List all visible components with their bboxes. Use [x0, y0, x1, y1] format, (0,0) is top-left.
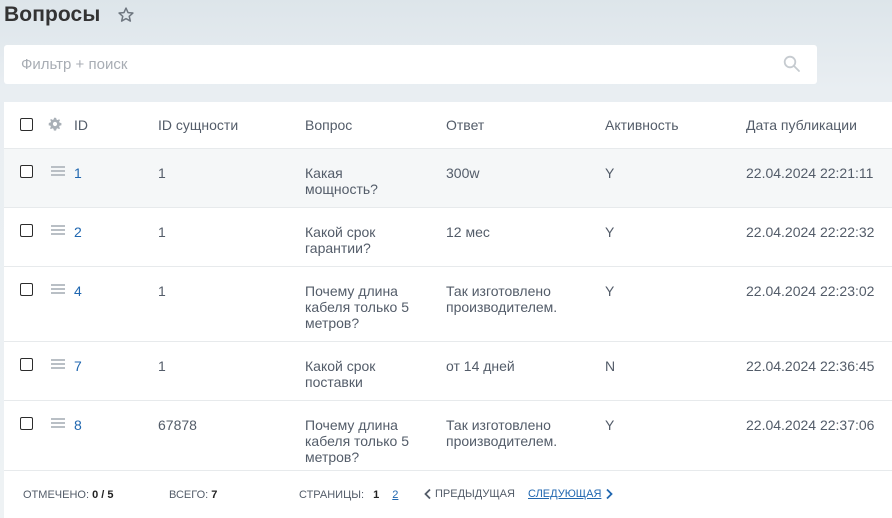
select-all-checkbox[interactable] [20, 117, 33, 131]
questions-table: ID ID сущности Вопрос Ответ Активность Д… [4, 102, 892, 476]
cell-entity-id: 67878 [158, 416, 197, 433]
row-id-link[interactable]: 4 [74, 283, 82, 299]
column-header-id[interactable]: ID [74, 102, 158, 148]
cell-question: Почему длина кабеля только 5 метров? [305, 416, 409, 465]
drag-handle-icon[interactable] [51, 224, 65, 237]
cell-active: Y [605, 282, 615, 299]
filter-search-bar[interactable] [4, 45, 817, 84]
cell-answer: Так изготовлено производителем. [446, 416, 558, 449]
questions-grid: ID ID сущности Вопрос Ответ Активность Д… [4, 102, 892, 518]
row-id-link[interactable]: 8 [74, 417, 82, 433]
next-label: Следующая [528, 488, 602, 500]
cell-active: Y [605, 416, 615, 433]
table-header-row: ID ID сущности Вопрос Ответ Активность Д… [4, 102, 892, 148]
drag-handle-icon[interactable] [51, 283, 65, 296]
row-checkbox[interactable] [20, 164, 33, 178]
table-row[interactable]: 4 1 Почему длина кабеля только 5 метров?… [4, 266, 892, 341]
cell-active: Y [605, 223, 615, 240]
row-checkbox[interactable] [20, 223, 33, 237]
cell-answer: 12 мес [446, 223, 490, 240]
cell-published: 22.04.2024 22:22:32 [746, 223, 875, 240]
selected-counter: Отмечено: 0 / 5 [23, 489, 113, 501]
cell-question: Почему длина кабеля только 5 метров? [305, 282, 409, 331]
cell-published: 22.04.2024 22:36:45 [746, 357, 875, 374]
cell-answer: Так изготовлено производителем. [446, 282, 558, 315]
cell-entity-id: 1 [158, 223, 166, 240]
cell-answer: 300w [446, 164, 480, 181]
drag-handle-icon[interactable] [51, 165, 65, 178]
column-header-active[interactable]: Активность [605, 102, 746, 148]
column-header-answer[interactable]: Ответ [446, 102, 605, 148]
total-value: 7 [211, 489, 218, 501]
page-title: Вопросы [4, 3, 101, 26]
next-page-button[interactable]: Следующая [528, 488, 614, 500]
cell-published: 22.04.2024 22:23:02 [746, 282, 875, 299]
chevron-right-icon [606, 488, 614, 500]
cell-active: N [605, 357, 616, 374]
row-id-link[interactable]: 7 [74, 358, 82, 374]
title-bar: Вопросы [4, 0, 136, 30]
row-checkbox[interactable] [20, 282, 33, 296]
prev-label: Предыдущая [435, 488, 515, 500]
table-row[interactable]: 2 1 Какой срок гарантии? 12 мес Y 22.04.… [4, 207, 892, 266]
row-checkbox[interactable] [20, 416, 33, 430]
drag-handle-icon[interactable] [51, 417, 65, 430]
prev-page-button[interactable]: Предыдущая [423, 488, 515, 500]
cell-question: Какая мощность? [305, 164, 378, 197]
cell-active: Y [605, 164, 615, 181]
column-header-entity-id[interactable]: ID сущности [158, 102, 305, 148]
grid-footer: Отмечено: 0 / 5 Всего: 7 Страницы: 1 2 П… [4, 470, 892, 518]
chevron-left-icon [424, 488, 431, 500]
star-icon[interactable] [116, 5, 136, 25]
cell-question: Какой срок гарантии? [305, 223, 376, 256]
cell-answer: от 14 дней [446, 357, 515, 374]
selected-value: 0 / 5 [92, 489, 114, 501]
total-counter: Всего: 7 [169, 489, 217, 501]
total-label: Всего: [169, 489, 209, 501]
column-header-question[interactable]: Вопрос [305, 102, 446, 148]
current-page: 1 [373, 489, 380, 501]
pagination: Страницы: 1 2 [299, 489, 398, 501]
filter-search-input[interactable] [21, 56, 761, 73]
page-link-2[interactable]: 2 [392, 489, 398, 501]
table-row[interactable]: 1 1 Какая мощность? 300w Y 22.04.2024 22… [4, 148, 892, 207]
cell-published: 22.04.2024 22:21:11 [746, 164, 874, 181]
cell-published: 22.04.2024 22:37:06 [746, 416, 875, 433]
table-row[interactable]: 8 67878 Почему длина кабеля только 5 мет… [4, 400, 892, 475]
cell-question: Какой срок поставки [305, 357, 376, 390]
cell-entity-id: 1 [158, 282, 166, 299]
cell-entity-id: 1 [158, 164, 166, 181]
row-checkbox[interactable] [20, 357, 33, 371]
gear-icon[interactable] [48, 117, 62, 134]
cell-entity-id: 1 [158, 357, 166, 374]
pages-label: Страницы: [299, 489, 365, 501]
row-id-link[interactable]: 1 [74, 165, 82, 181]
row-id-link[interactable]: 2 [74, 224, 82, 240]
table-row[interactable]: 7 1 Какой срок поставки от 14 дней N 22.… [4, 341, 892, 400]
column-header-published[interactable]: Дата публикации [746, 102, 892, 148]
selected-label: Отмечено: [23, 489, 89, 501]
drag-handle-icon[interactable] [51, 358, 65, 371]
search-icon[interactable] [783, 55, 801, 73]
